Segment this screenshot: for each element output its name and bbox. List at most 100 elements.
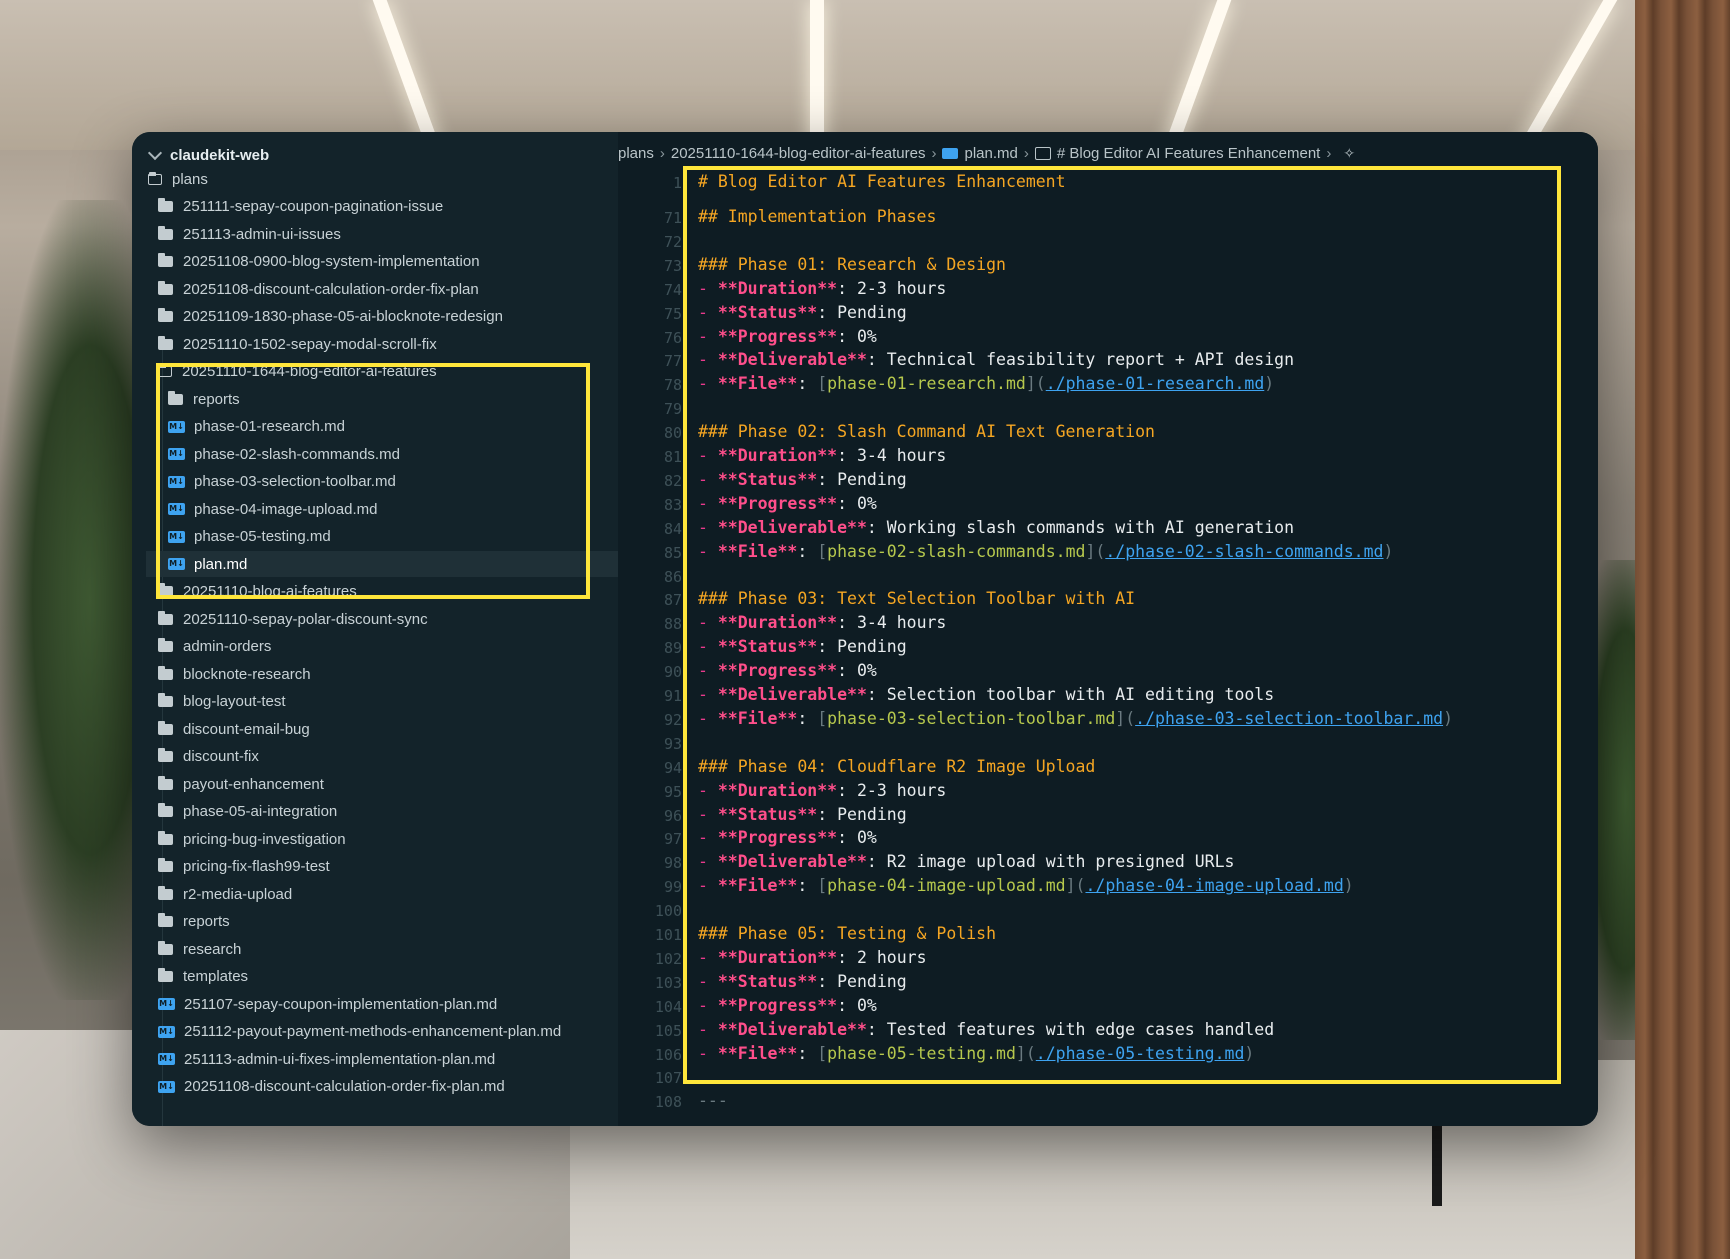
folder-item[interactable]: 20251109-1830-phase-05-ai-blocknote-rede… <box>132 304 618 330</box>
file-item[interactable]: M↓ 20251108-discount-calculation-order-fi… <box>132 1074 618 1100</box>
file-item[interactable]: M↓ phase-02-slash-commands.md <box>132 441 618 467</box>
folder-item[interactable]: 251111-sepay-coupon-pagination-issue <box>132 194 618 220</box>
folder-item[interactable]: research <box>132 936 618 962</box>
code-token: **Status** <box>717 302 818 322</box>
folder-item[interactable]: blog-layout-test <box>132 689 618 715</box>
folder-item[interactable]: templates <box>132 964 618 990</box>
code-token: ### Phase 04: Cloudflare R2 Image Upload <box>698 756 1096 776</box>
code-token: **Progress** <box>717 326 838 346</box>
code-line: - **File**: [phase-02-slash-commands.md]… <box>698 542 1393 561</box>
folder-item[interactable]: payout-enhancement <box>132 771 618 797</box>
folder-item[interactable]: 20251110-1502-sepay-modal-scroll-fix <box>132 331 618 357</box>
code-token: - <box>698 278 718 298</box>
folder-icon <box>158 968 173 982</box>
sparkle-icon[interactable]: ✧ <box>1343 145 1355 162</box>
code-token: phase-02-slash-commands.md <box>827 541 1086 561</box>
tree-item-label: blog-layout-test <box>183 693 286 710</box>
file-link[interactable]: ./phase-01-research.md <box>1046 374 1265 393</box>
code-line: - **File**: [phase-05-testing.md](./phas… <box>698 1044 1254 1063</box>
line-number: 101 <box>654 926 682 944</box>
code-line: ### Phase 01: Research & Design <box>698 255 1006 274</box>
line-number: 100 <box>654 902 682 921</box>
folder-item[interactable]: 20251110-sepay-polar-discount-sync <box>132 606 618 632</box>
ceiling-light <box>810 0 824 150</box>
breadcrumb-item-heading[interactable]: # Blog Editor AI Features Enhancement <box>1057 145 1321 162</box>
chevron-right-icon: › <box>1023 144 1029 162</box>
folder-item[interactable]: 251113-admin-ui-issues <box>132 221 618 247</box>
code-token: [ <box>817 1043 828 1063</box>
code-line: ### Phase 02: Slash Command AI Text Gene… <box>698 422 1155 441</box>
folder-item[interactable]: phase-05-ai-integration <box>132 799 618 825</box>
folder-item[interactable]: reports <box>132 386 618 412</box>
chevron-down-icon <box>147 145 163 161</box>
code-token: ## Implementation Phases <box>698 207 937 226</box>
code-token: **Duration** <box>717 613 838 633</box>
file-link[interactable]: ./phase-02-slash-commands.md <box>1105 542 1383 561</box>
folder-icon <box>158 748 173 762</box>
folder-item[interactable]: 20251108-0900-blog-system-implementation <box>132 249 618 275</box>
tree-item-label: r2-media-upload <box>183 885 293 903</box>
code-line: # Blog Editor AI Features Enhancement <box>698 172 1066 191</box>
explorer-root[interactable]: claudekit-web <box>146 144 269 166</box>
breadcrumb-item-plans[interactable]: plans <box>618 145 654 162</box>
file-link[interactable]: ./phase-05-testing.md <box>1036 1044 1245 1063</box>
code-token: **File** <box>717 708 798 728</box>
folder-item[interactable]: admin-orders <box>132 634 618 660</box>
code-token: ### Phase 01: Research & Design <box>698 254 1006 274</box>
code-token: **Progress** <box>717 828 838 848</box>
line-number: 98 <box>663 854 682 873</box>
line-number: 80 <box>663 424 682 443</box>
file-item[interactable]: M↓ phase-05-testing.md <box>132 524 618 550</box>
folder-icon <box>158 665 173 680</box>
code-token: : 0% <box>837 326 877 346</box>
code-token: : 0% <box>837 828 877 848</box>
line-number: 86 <box>663 567 682 586</box>
folder-icon <box>158 335 173 350</box>
folder-item[interactable]: plans <box>132 166 618 192</box>
breadcrumb-item-file[interactable]: plan.md <box>964 145 1017 162</box>
file-item[interactable]: M↓ plan.md <box>146 551 618 577</box>
code-token: **Progress** <box>717 995 838 1015</box>
code-token: - <box>698 804 718 824</box>
code-token: phase-04-image-upload.md <box>827 876 1066 896</box>
file-item[interactable]: M↓ 251112-payout-payment-methods-enhancem… <box>132 1019 618 1045</box>
file-link[interactable]: ./phase-03-selection-toolbar.md <box>1135 709 1443 728</box>
file-item[interactable]: M↓ phase-04-image-upload.md <box>132 496 618 522</box>
code-token: - <box>698 446 718 465</box>
markdown-file-icon: M↓ <box>168 420 185 433</box>
folder-icon <box>158 253 173 267</box>
line-number: 81 <box>663 448 682 466</box>
folder-item[interactable]: pricing-fix-flash99-test <box>132 854 618 880</box>
folder-item[interactable]: 20251110-blog-ai-features <box>132 579 618 605</box>
code-token: ]( <box>1115 708 1136 728</box>
folder-item[interactable]: blocknote-research <box>132 661 618 687</box>
line-number: 88 <box>663 615 682 634</box>
code-token: : Pending <box>817 469 907 489</box>
folder-open-icon <box>148 171 162 185</box>
code-token: **Status** <box>717 637 818 657</box>
code-token: **File** <box>717 876 798 896</box>
folder-item[interactable]: pricing-bug-investigation <box>132 826 618 852</box>
folder-item[interactable]: reports <box>132 909 618 935</box>
line-number: 90 <box>663 663 682 682</box>
folder-icon <box>158 940 173 955</box>
file-item[interactable]: M↓ 251107-sepay-coupon-implementation-pla… <box>132 991 618 1017</box>
code-token: [ <box>817 374 828 394</box>
file-link[interactable]: ./phase-04-image-upload.md <box>1085 876 1343 895</box>
folder-item[interactable]: r2-media-upload <box>132 881 618 907</box>
file-item[interactable]: M↓ phase-03-selection-toolbar.md <box>132 469 618 495</box>
folder-item[interactable]: 20251108-discount-calculation-order-fix-… <box>132 276 618 302</box>
folder-item[interactable]: 20251110-1644-blog-editor-ai-features <box>132 359 618 385</box>
tree-item-label: pricing-bug-investigation <box>183 830 346 848</box>
line-number: 85 <box>663 543 682 562</box>
code-token: phase-01-research.md <box>827 374 1026 394</box>
folder-item[interactable]: discount-fix <box>132 744 618 770</box>
code-token: - <box>698 995 718 1015</box>
tree-item-label: phase-05-testing.md <box>194 528 331 545</box>
file-item[interactable]: M↓ 251113-admin-ui-fixes-implementation-p… <box>132 1046 618 1072</box>
markdown-file-icon: M↓ <box>168 530 185 543</box>
folder-item[interactable]: discount-email-bug <box>132 716 618 742</box>
file-item[interactable]: M↓ phase-01-research.md <box>132 414 618 440</box>
code-token: ) <box>1244 1043 1255 1063</box>
breadcrumb-item-folder[interactable]: 20251110-1644-blog-editor-ai-features <box>671 145 926 162</box>
